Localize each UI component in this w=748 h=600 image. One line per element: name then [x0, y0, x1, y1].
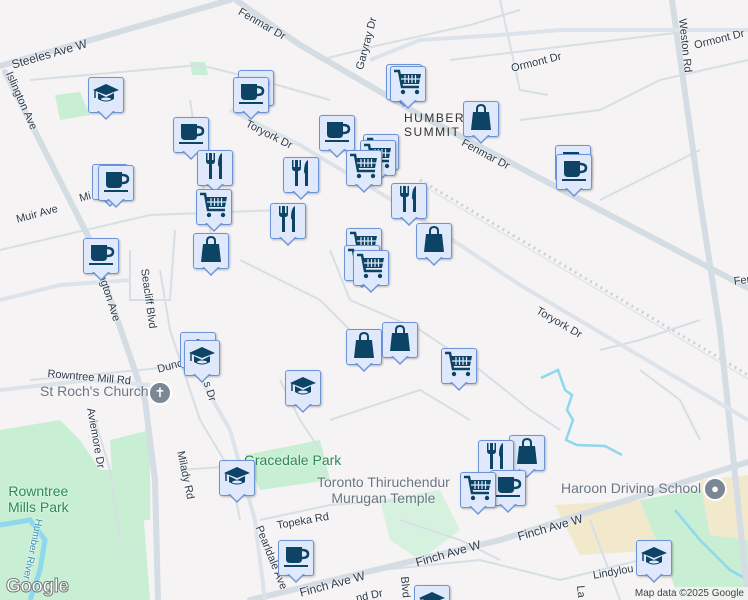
marker-pointer: [472, 134, 490, 144]
map-marker-school[interactable]: [219, 460, 255, 504]
marker-pointer: [242, 110, 260, 120]
shopping-bag-icon: [515, 437, 539, 470]
restaurant-icon: [288, 158, 314, 193]
shopping-cart-icon: [393, 68, 423, 101]
coffee-icon: [494, 473, 522, 504]
shopping-cart-icon: [444, 350, 474, 383]
marker-pointer: [355, 183, 373, 193]
marker-pointer: [450, 381, 468, 391]
coffee-icon: [282, 543, 310, 574]
place-label-temple: Toronto Thiruchendur Murugan Temple: [317, 474, 450, 506]
map-marker-restaurant[interactable]: [270, 203, 306, 247]
map-marker-shopping-cart[interactable]: [346, 150, 382, 194]
marker-pointer: [292, 190, 310, 200]
marker-pointer: [391, 355, 409, 365]
google-logo[interactable]: Google: [5, 576, 69, 598]
map-marker-shopping-cart[interactable]: [390, 66, 426, 110]
map-canvas[interactable]: Steeles Ave W Fenmar Dr Fenmar Dr Fen Ga…: [0, 0, 748, 600]
marker-pointer: [294, 403, 312, 413]
marker-pointer: [565, 187, 583, 197]
map-marker-school[interactable]: [636, 540, 672, 584]
shopping-bag-icon: [388, 324, 412, 357]
coffee-icon: [177, 120, 205, 151]
school-icon: [640, 544, 668, 573]
marker-pointer: [97, 110, 115, 120]
restaurant-icon: [202, 151, 228, 186]
place-label-haroon: Haroon Driving School: [561, 480, 702, 496]
shopping-bag-icon: [352, 331, 376, 364]
marker-pointer: [287, 573, 305, 583]
map-marker-coffee[interactable]: [278, 540, 314, 584]
map-attribution[interactable]: Map data ©2025 Google: [630, 587, 748, 600]
marker-pointer: [279, 236, 297, 246]
restaurant-icon: [396, 184, 422, 219]
church-pin-icon[interactable]: ✝: [148, 381, 172, 405]
road-label-blvd: Blvd: [398, 576, 412, 599]
school-icon: [92, 81, 120, 110]
area-label-humber-summit: HUMBER SUMMIT: [404, 111, 466, 139]
map-marker-shopping-bag[interactable]: [463, 101, 499, 145]
place-label-rowntree-park: Rowntree Mills Park: [8, 483, 69, 515]
marker-pointer: [425, 256, 443, 266]
marker-pointer: [107, 198, 125, 208]
map-marker-coffee[interactable]: [556, 154, 592, 198]
road-label-la: La: [574, 585, 588, 599]
shopping-cart-icon: [356, 252, 386, 285]
marker-pointer: [92, 271, 110, 281]
map-marker-school[interactable]: [414, 585, 450, 600]
map-marker-shopping-bag[interactable]: [382, 322, 418, 366]
map-marker-shopping-bag[interactable]: [193, 233, 229, 277]
map-marker-shopping-bag[interactable]: [346, 329, 382, 373]
map-marker-shopping-cart[interactable]: [353, 250, 389, 294]
marker-pointer: [362, 283, 380, 293]
coffee-icon: [237, 80, 265, 111]
map-marker-restaurant[interactable]: [197, 150, 233, 194]
map-marker-shopping-cart[interactable]: [196, 189, 232, 233]
coffee-icon: [560, 157, 588, 188]
coffee-icon: [323, 118, 351, 149]
school-icon: [223, 464, 251, 493]
shopping-bag-icon: [422, 225, 446, 258]
map-marker-shopping-cart[interactable]: [441, 348, 477, 392]
school-icon: [418, 589, 446, 600]
map-marker-coffee[interactable]: [83, 238, 119, 282]
coffee-icon: [87, 241, 115, 272]
marker-pointer: [645, 573, 663, 583]
marker-pointer: [228, 493, 246, 503]
marker-pointer: [328, 148, 346, 158]
map-marker-restaurant[interactable]: [283, 157, 319, 201]
map-marker-school[interactable]: [88, 77, 124, 121]
marker-pointer: [399, 99, 417, 109]
map-marker-coffee[interactable]: [98, 165, 134, 209]
map-marker-school[interactable]: [285, 370, 321, 414]
shopping-bag-icon: [469, 103, 493, 136]
marker-pointer: [469, 505, 487, 515]
marker-pointer: [499, 503, 517, 513]
marker-pointer: [193, 373, 211, 383]
map-marker-restaurant[interactable]: [391, 183, 427, 227]
school-icon: [289, 374, 317, 403]
map-marker-coffee[interactable]: [233, 77, 269, 121]
marker-pointer: [202, 266, 220, 276]
map-marker-shopping-bag[interactable]: [416, 223, 452, 267]
shopping-cart-icon: [463, 474, 493, 507]
place-label-gracedale-park: Gracedale Park: [244, 452, 342, 468]
map-marker-school[interactable]: [184, 340, 220, 384]
coffee-icon: [102, 168, 130, 199]
shopping-bag-icon: [199, 235, 223, 268]
school-icon: [188, 344, 216, 373]
place-label-st-roch: St Roch's Church: [40, 383, 149, 399]
road-label-fenmar: Fen: [733, 273, 748, 288]
restaurant-icon: [275, 204, 301, 239]
marker-pointer: [205, 222, 223, 232]
marker-pointer: [355, 362, 373, 372]
map-marker-shopping-cart[interactable]: [460, 472, 496, 516]
shopping-cart-icon: [349, 152, 379, 185]
place-pin-icon[interactable]: ●: [703, 477, 727, 501]
shopping-cart-icon: [199, 191, 229, 224]
